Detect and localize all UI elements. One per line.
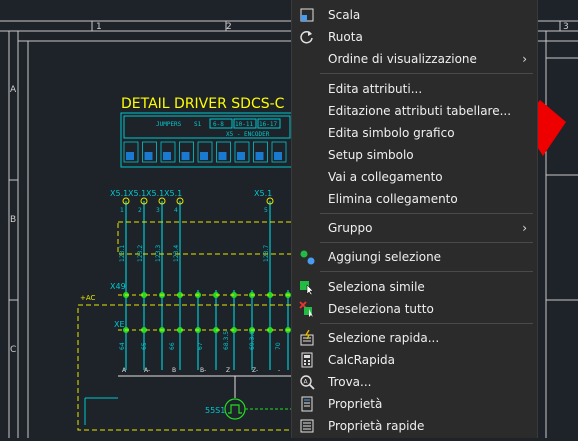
menu-separator: [320, 73, 533, 74]
terminal-letter: B: [172, 367, 176, 374]
terminal-number: 70: [275, 342, 282, 350]
select-similar-icon: [299, 279, 315, 296]
menu-separator: [320, 323, 533, 324]
menu-item-ordine-visualizzazione[interactable]: Ordine di visualizzazione ›: [292, 48, 537, 70]
pin-number: 3: [156, 207, 160, 214]
menu-item-elimina-collegamento[interactable]: Elimina collegamento: [292, 188, 537, 210]
row-letter-b: B: [10, 215, 16, 225]
jumper-cell-2: 10-11: [235, 121, 253, 128]
terminal-letter: Z: [226, 367, 230, 374]
connector-label: X5.1: [146, 189, 164, 198]
context-menu[interactable]: Scala Ruota Ordine di visualizzazione › …: [291, 0, 538, 438]
ruler-number-1: 1: [96, 22, 102, 32]
terminal-number: 68.3.5: [223, 331, 230, 350]
jumpers-label: JUMPERS: [156, 121, 182, 128]
drawing-title[interactable]: DETAIL DRIVER SDCS-C: [121, 96, 285, 112]
encoder-label: X5 - ENCODER: [226, 131, 270, 138]
menu-item-edita-attributi[interactable]: Edita attributi...: [292, 78, 537, 100]
menu-item-edita-simbolo[interactable]: Edita simbolo grafico: [292, 122, 537, 144]
connector-pin-terminal: [255, 152, 264, 160]
pin-number: 1: [120, 207, 124, 214]
menu-separator: [320, 242, 533, 243]
jumpers-s1: S1: [194, 121, 202, 128]
connector-label: X5.1: [128, 189, 146, 198]
chevron-right-icon: ›: [522, 221, 527, 235]
menu-item-aggiungi-selezione[interactable]: Aggiungi selezione: [292, 246, 537, 268]
terminal-number: 64: [119, 342, 126, 350]
terminal-number: 69.3.6: [249, 331, 256, 350]
connector-pin-terminal: [237, 152, 245, 160]
scale-icon: [299, 7, 315, 23]
connector-pin-terminal: [218, 152, 227, 160]
quick-properties-icon: [299, 418, 315, 434]
menu-separator: [320, 213, 533, 214]
deselect-all-icon: [299, 301, 315, 317]
connector-pin-terminal: [274, 152, 282, 160]
terminal-letter: A-: [144, 367, 150, 374]
pin-number: 2: [138, 207, 142, 214]
connector-pin-terminal: [181, 152, 190, 160]
pin-number: 4: [174, 207, 178, 214]
calculator-icon: [299, 352, 315, 368]
add-selection-icon: [299, 249, 315, 265]
terminal-letter: B-: [200, 367, 206, 374]
row-letter-a: A: [10, 85, 17, 95]
menu-item-ruota[interactable]: Ruota: [292, 26, 537, 48]
menu-item-trova[interactable]: A Trova...: [292, 371, 537, 393]
connector-label: X5.1: [164, 189, 182, 198]
properties-icon: [299, 396, 315, 412]
menu-item-selezione-rapida[interactable]: Selezione rapida...: [292, 327, 537, 349]
rotate-icon: [299, 29, 315, 45]
terminal-number: 65: [141, 342, 148, 350]
menu-item-gruppo[interactable]: Gruppo ›: [292, 217, 537, 239]
jumper-cell-1: 6-8: [213, 121, 224, 128]
quick-select-icon: [299, 329, 315, 346]
ruler-number-3: 3: [563, 22, 569, 32]
connector-label: X5.1: [254, 189, 272, 198]
terminal-number: 67: [197, 342, 204, 350]
menu-item-setup-simbolo[interactable]: Setup simbolo: [292, 144, 537, 166]
pin-number: 5: [264, 207, 268, 214]
connector-pin-terminal: [144, 152, 153, 160]
menu-item-calcrapida[interactable]: CalcRapida: [292, 349, 537, 371]
menu-item-proprieta-rapide[interactable]: Proprietà rapide: [292, 415, 537, 437]
menu-separator: [320, 271, 533, 272]
row-letter-c: C: [10, 345, 16, 355]
menu-item-deseleziona-tutto[interactable]: Deseleziona tutto: [292, 298, 537, 320]
menu-item-seleziona-simile[interactable]: Seleziona simile: [292, 276, 537, 298]
connector-pin-terminal: [163, 152, 171, 160]
terminal-letter: Z-: [252, 367, 258, 374]
switch-label: 55S1: [205, 406, 225, 415]
chevron-right-icon: ›: [522, 52, 527, 66]
find-icon: A: [299, 374, 315, 390]
svg-text:A: A: [304, 379, 309, 386]
connector-pin-terminal: [126, 152, 134, 160]
wire-label: 123.3: [155, 245, 162, 262]
wire-label: 123.4: [173, 245, 180, 262]
terminal-number: 66: [169, 342, 176, 350]
ac-label: +AC: [80, 294, 96, 302]
wire-label: 123.2: [137, 245, 144, 262]
ruler-number-2: 2: [226, 22, 232, 32]
xe-label: XE: [114, 320, 125, 329]
x49-label: X49: [110, 282, 126, 291]
menu-item-editazione-tabellare[interactable]: Editazione attributi tabellare...: [292, 100, 537, 122]
jumper-cell-3: 16-17: [259, 121, 277, 128]
menu-item-partial[interactable]: [292, 0, 537, 1]
connector-pin-terminal: [200, 152, 208, 160]
menu-item-scala[interactable]: Scala: [292, 4, 537, 26]
menu-item-proprieta[interactable]: Proprietà: [292, 393, 537, 415]
menu-item-vai-collegamento[interactable]: Vai a collegamento: [292, 166, 537, 188]
connector-label: X5.1: [110, 189, 128, 198]
terminal-letter: -: [278, 367, 280, 374]
wire-label: 123.7: [263, 245, 270, 262]
wire-label: 123.1: [119, 245, 126, 262]
